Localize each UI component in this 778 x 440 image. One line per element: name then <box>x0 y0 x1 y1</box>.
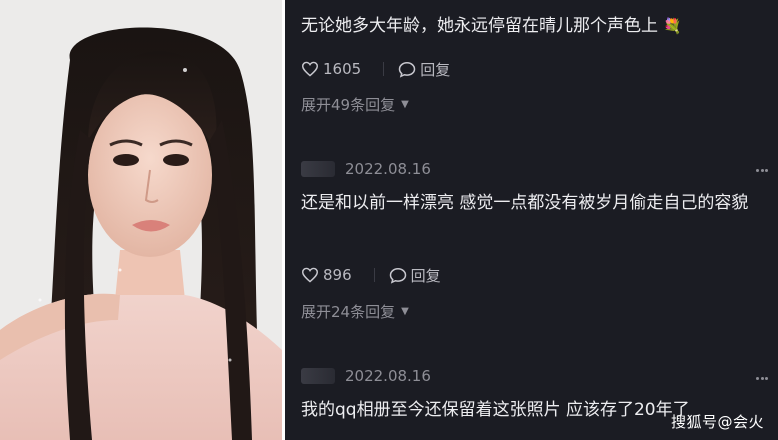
like-button[interactable]: 1605 <box>301 60 361 78</box>
action-divider <box>383 62 385 76</box>
like-count: 1605 <box>323 60 362 78</box>
expand-replies-label: 展开24条回复 <box>301 303 396 321</box>
reply-button[interactable]: 回复 <box>398 59 450 80</box>
more-options-icon[interactable] <box>756 377 768 380</box>
reply-button[interactable]: 回复 <box>389 265 441 286</box>
reply-bubble-icon <box>389 267 406 284</box>
comment-2-actions: 896 回复 <box>301 263 463 287</box>
reply-label: 回复 <box>420 60 451 79</box>
expand-replies-label: 展开49条回复 <box>301 96 396 114</box>
comment-1-body: 无论她多大年龄，她永远停留在晴儿那个声色上 <box>301 16 658 36</box>
comment-2-date: 2022.08.16 <box>345 160 431 178</box>
like-count: 896 <box>323 266 352 284</box>
caret-down-icon: ▼ <box>401 99 409 110</box>
screenshot-root: 无论她多大年龄，她永远停留在晴儿那个声色上 💐 1605 回复 展开49条回复 … <box>0 0 778 440</box>
heart-icon <box>301 267 319 283</box>
like-button[interactable]: 896 <box>301 266 352 284</box>
comment-1-actions: 1605 回复 <box>301 57 472 81</box>
comments-panel: 无论她多大年龄，她永远停留在晴儿那个声色上 💐 1605 回复 展开49条回复 … <box>285 0 778 440</box>
comment-1-text: 无论她多大年龄，她永远停留在晴儿那个声色上 💐 <box>301 12 762 40</box>
comment-2-text: 还是和以前一样漂亮 感觉一点都没有被岁月偷走自己的容貌 <box>301 193 749 213</box>
reply-bubble-icon <box>398 61 416 78</box>
portrait-photo <box>0 0 282 440</box>
blurred-username <box>301 161 335 177</box>
watermark: 搜狐号@会火 <box>670 413 764 431</box>
portrait-illustration <box>0 0 282 440</box>
expand-replies-1[interactable]: 展开49条回复 ▼ <box>301 94 409 115</box>
action-divider <box>373 268 375 282</box>
bouquet-emoji-icon: 💐 <box>663 17 683 35</box>
blurred-username <box>301 368 335 384</box>
comment-3-meta: 2022.08.16 <box>301 367 431 385</box>
heart-icon <box>301 61 319 77</box>
caret-down-icon: ▼ <box>401 306 409 317</box>
expand-replies-2[interactable]: 展开24条回复 ▼ <box>301 301 409 322</box>
more-options-icon[interactable] <box>756 169 768 172</box>
reply-label: 回复 <box>410 266 441 285</box>
comment-2-meta: 2022.08.16 <box>301 160 431 178</box>
comment-3-date: 2022.08.16 <box>345 367 431 385</box>
